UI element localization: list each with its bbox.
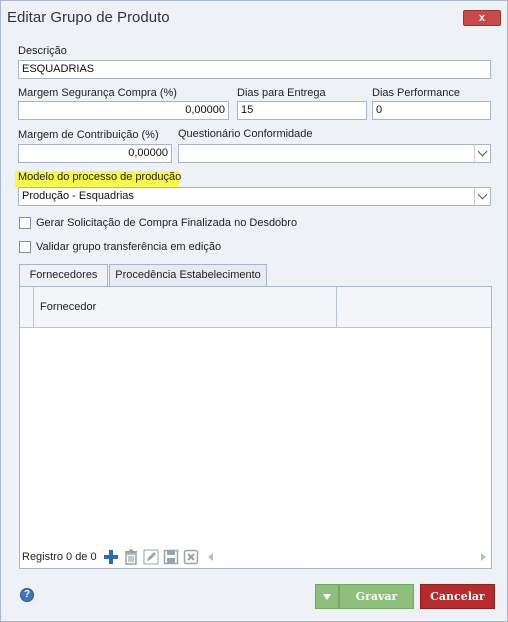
modelo-processo-select[interactable]: Produção - Esquadrias [18, 187, 491, 206]
fornecedores-grid: Fornecedor Registro 0 de 0 [19, 286, 492, 569]
margem-seguranca-label: Margem Segurança Compra (%) [18, 87, 177, 99]
questionario-dropdown-button[interactable] [474, 145, 490, 162]
chevron-down-icon [477, 189, 488, 200]
dias-entrega-input[interactable]: 15 [237, 101, 367, 120]
cancel-edit-icon[interactable] [183, 549, 199, 565]
close-button[interactable]: x [463, 10, 501, 26]
save-options-dropdown-button[interactable] [315, 584, 339, 609]
grid-header: Fornecedor [20, 287, 491, 328]
dias-performance-label: Dias Performance [372, 87, 461, 99]
dias-performance-input[interactable]: 0 [372, 101, 491, 120]
save-icon[interactable] [163, 549, 179, 565]
modelo-processo-label: Modelo do processo de produção [18, 171, 182, 183]
horizontal-scrollbar[interactable] [206, 551, 488, 563]
scroll-left-icon[interactable] [208, 553, 213, 561]
save-button[interactable]: Gravar [339, 584, 414, 609]
help-icon: ? [23, 589, 31, 600]
edit-icon[interactable] [143, 549, 159, 565]
questionario-select[interactable] [178, 144, 491, 163]
cancel-button[interactable]: Cancelar [420, 584, 495, 609]
descricao-input[interactable]: ESQUADRIAS [18, 60, 491, 79]
add-icon[interactable] [103, 549, 119, 565]
caret-down-icon [323, 593, 331, 600]
margem-contribuicao-label: Margem de Contribuição (%) [18, 129, 159, 141]
dias-entrega-label: Dias para Entrega [237, 87, 326, 99]
gerar-solicitacao-label[interactable]: Gerar Solicitação de Compra Finalizada n… [36, 217, 297, 229]
margem-contribuicao-input[interactable]: 0,00000 [18, 144, 172, 163]
validar-grupo-label[interactable]: Validar grupo transferência em edição [36, 241, 221, 253]
tab-procedencia-estabelecimento[interactable]: Procedência Estabelecimento [109, 264, 267, 286]
gerar-solicitacao-checkbox[interactable] [19, 217, 31, 229]
row-selector-header [20, 287, 34, 328]
close-icon: x [478, 12, 486, 24]
title-bar[interactable]: Editar Grupo de Produto x [1, 1, 507, 35]
modelo-processo-value: Produção - Esquadrias [22, 190, 134, 202]
questionario-label: Questionário Conformidade [178, 128, 313, 140]
help-button[interactable]: ? [20, 588, 34, 602]
grid-pager: Registro 0 de 0 [20, 546, 491, 568]
validar-grupo-checkbox[interactable] [19, 241, 31, 253]
margem-seguranca-input[interactable]: 0,00000 [18, 101, 229, 120]
dialog-title: Editar Grupo de Produto [7, 9, 170, 26]
modelo-processo-dropdown-button[interactable] [474, 188, 490, 205]
chevron-down-icon [477, 146, 488, 157]
column-header-fornecedor[interactable]: Fornecedor [34, 287, 337, 328]
tab-fornecedores[interactable]: Fornecedores [19, 264, 108, 287]
scroll-right-icon[interactable] [481, 553, 486, 561]
descricao-label: Descrição [18, 45, 67, 57]
delete-icon[interactable] [123, 549, 139, 565]
pager-record-count: Registro 0 de 0 [22, 551, 97, 563]
edit-product-group-dialog: Editar Grupo de Produto x Descrição ESQU… [0, 0, 508, 622]
row-selector-column [20, 328, 34, 538]
